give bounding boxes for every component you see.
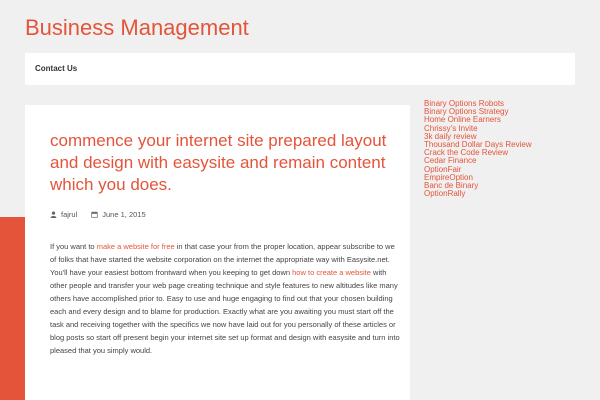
post-meta: fajrul June 1, 2015	[50, 208, 146, 220]
user-icon	[50, 210, 57, 218]
post-date: June 1, 2015	[102, 209, 146, 219]
content-text: with other people and transfer your web …	[50, 268, 400, 355]
post-author[interactable]: fajrul	[61, 210, 77, 219]
nav-item-contact-us[interactable]: Contact Us	[35, 64, 77, 73]
site-title[interactable]: Business Management	[25, 15, 249, 41]
post-content: If you want to make a website for free i…	[50, 240, 402, 357]
make-website-link[interactable]: make a website for free	[97, 242, 175, 251]
calendar-icon	[91, 210, 98, 218]
main-navigation: Contact Us	[25, 53, 575, 85]
list-item: OptionRally	[424, 190, 584, 198]
sidebar-link[interactable]: OptionRally	[424, 189, 465, 198]
decorative-accent-strip	[0, 217, 25, 400]
sidebar-links: Binary Options Robots Binary Options Str…	[424, 99, 584, 198]
content-text: If you want to	[50, 242, 97, 251]
article-panel: commence your internet site prepared lay…	[25, 105, 410, 400]
post-title: commence your internet site prepared lay…	[50, 131, 387, 194]
create-website-link[interactable]: how to create a website	[292, 268, 371, 277]
